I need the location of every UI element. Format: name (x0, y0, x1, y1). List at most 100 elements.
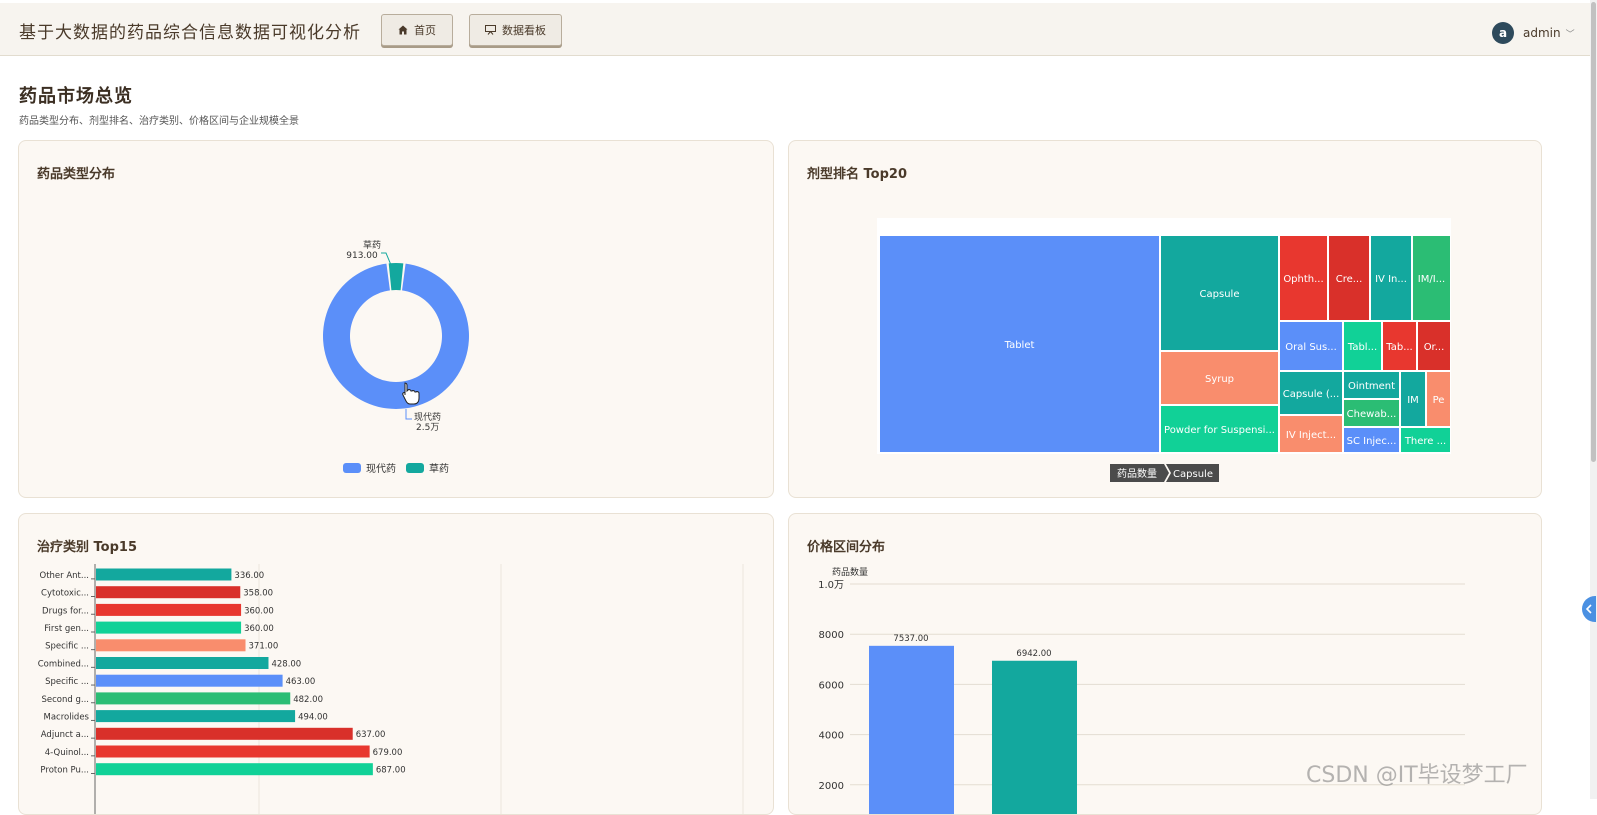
bar-value-label: 637.00 (356, 730, 386, 740)
y-tick-label: Other Ant... (40, 571, 89, 581)
treemap-label: Chewab... (1347, 409, 1397, 420)
nav-home-button[interactable]: 首页 (381, 14, 453, 46)
page-scrollbar-thumb[interactable] (1591, 2, 1596, 462)
treemap-label: IV In... (1375, 274, 1407, 285)
pie-chart: 草药913.00现代药2.5万现代药 草药 (323, 239, 469, 475)
y-tick-label: Combined... (38, 659, 89, 669)
y-tick-label: First gen... (44, 624, 89, 634)
y-tick-label: Proton Pu... (40, 766, 89, 776)
avatar: a (1492, 22, 1514, 44)
treemap-label: There ... (1404, 436, 1446, 447)
bar-value-label: 494.00 (298, 712, 328, 722)
bar-value-label: 482.00 (293, 695, 323, 705)
board-icon (485, 25, 496, 35)
bar-value-label: 7537.00 (893, 634, 928, 644)
pie-label-name: 现代药 (414, 412, 441, 423)
treemap-label: Pe (1433, 395, 1445, 406)
nav-dashboard-label: 数据看板 (502, 24, 546, 37)
legend-swatch (406, 463, 424, 473)
y-tick-label: 2000 (819, 781, 844, 792)
side-collapse-tab[interactable] (1582, 596, 1596, 622)
user-name: admin (1523, 26, 1561, 40)
y-tick-label: Adjunct a... (41, 730, 89, 740)
y-tick-label: 1.0万 (818, 580, 844, 591)
pie-label-line (405, 409, 412, 420)
bar (96, 674, 283, 687)
app-title: 基于大数据的药品综合信息数据可视化分析 (19, 23, 361, 43)
bar (96, 639, 246, 652)
bar (96, 692, 291, 705)
pie-label-line (381, 252, 392, 266)
bar-value-label: 358.00 (243, 589, 273, 599)
y-tick-label: Specific ... (45, 642, 89, 652)
legend-label: 草药 (429, 463, 449, 475)
bar-value-label: 679.00 (373, 748, 403, 758)
y-tick-label: Second g... (42, 695, 90, 705)
user-menu[interactable]: a admin ﹀ (1492, 22, 1575, 44)
chevron-left-icon (1585, 604, 1592, 614)
y-tick-label: Drugs for... (42, 606, 89, 616)
pie-label-name: 草药 (363, 239, 381, 251)
home-icon (398, 25, 408, 35)
treemap-label: IM (1407, 395, 1419, 406)
bar (96, 568, 232, 581)
bar-value-label: 687.00 (376, 766, 406, 776)
bar (869, 645, 954, 814)
bar (96, 745, 370, 758)
y-tick-label: Cytotoxic... (41, 589, 89, 599)
top-bar: 基于大数据的药品综合信息数据可视化分析 首页 数据看板 a admin ﹀ (0, 3, 1590, 56)
treemap-label: Or... (1424, 342, 1445, 353)
y-tick-label: 6000 (819, 680, 844, 691)
card-dosage-form: 剂型排名 Top20 Tablet Capsule Syrup Powder for … (788, 140, 1542, 498)
page-title: 药品市场总览 (19, 86, 133, 107)
y-axis-title: 药品数量 (832, 566, 868, 578)
bar-value-label: 360.00 (244, 624, 274, 634)
legend-swatch (343, 463, 361, 473)
chevron-down-icon: ﹀ (1565, 29, 1575, 40)
bar-value-label: 360.00 (244, 606, 274, 616)
treemap-label: Syrup (1205, 374, 1234, 385)
legend-label: 现代药 (366, 463, 396, 475)
treemap-label: Oral Sus... (1285, 342, 1337, 353)
page-subtitle: 药品类型分布、剂型排名、治疗类别、价格区间与企业规模全景 (19, 116, 299, 127)
bar (96, 727, 353, 740)
treemap-label: Ophth... (1283, 274, 1323, 285)
bar (96, 586, 241, 599)
treemap-label: IM/I... (1418, 274, 1445, 285)
pie-label-value: 913.00 (346, 251, 378, 261)
y-tick-label: Macrolides (43, 712, 89, 722)
bar (96, 710, 296, 723)
bar-value-label: 371.00 (249, 642, 279, 652)
y-tick-label: 8000 (819, 630, 844, 641)
bar-value-label: 336.00 (234, 571, 264, 581)
bar (96, 603, 242, 616)
treemap-label: Tablet (1004, 340, 1035, 351)
breadcrumb-label: Capsule (1173, 469, 1213, 480)
treemap-label: Cre... (1336, 274, 1363, 285)
card-drug-type: 药品类型分布 草药 913.00 现代药 2.5万 现代药 草药 (18, 140, 774, 498)
y-tick-label: 4000 (819, 731, 844, 742)
watermark: CSDN @IT毕设梦工厂 (1306, 763, 1528, 788)
bar (96, 621, 242, 634)
bar-value-label: 463.00 (286, 677, 316, 687)
treemap-label: Tabl... (1347, 342, 1377, 353)
treemap-label: Ointment (1348, 381, 1395, 392)
pie-label-value: 2.5万 (416, 423, 439, 433)
breadcrumb-label: 药品数量 (1117, 467, 1157, 480)
treemap-label: IV Inject... (1286, 430, 1336, 441)
pie-slice-herb (388, 263, 404, 291)
bar-value-label: 428.00 (271, 659, 301, 669)
treemap-label: Powder for Suspensi... (1164, 425, 1275, 436)
y-tick-label: 4-Quinol... (45, 748, 89, 758)
bar (96, 657, 269, 669)
treemap-label: Tab... (1385, 342, 1412, 353)
treemap-label: Capsule (... (1283, 389, 1340, 400)
bar (96, 763, 373, 776)
bar (992, 660, 1077, 814)
treemap-label: Capsule (1200, 289, 1240, 300)
bar-value-label: 6942.00 (1016, 649, 1051, 659)
nav-dashboard-button[interactable]: 数据看板 (469, 14, 562, 46)
nav-home-label: 首页 (414, 24, 436, 37)
treemap-label: SC Injec... (1347, 436, 1397, 447)
treemap-chart: Tablet Capsule Syrup Powder for Suspensi...… (877, 218, 1451, 482)
